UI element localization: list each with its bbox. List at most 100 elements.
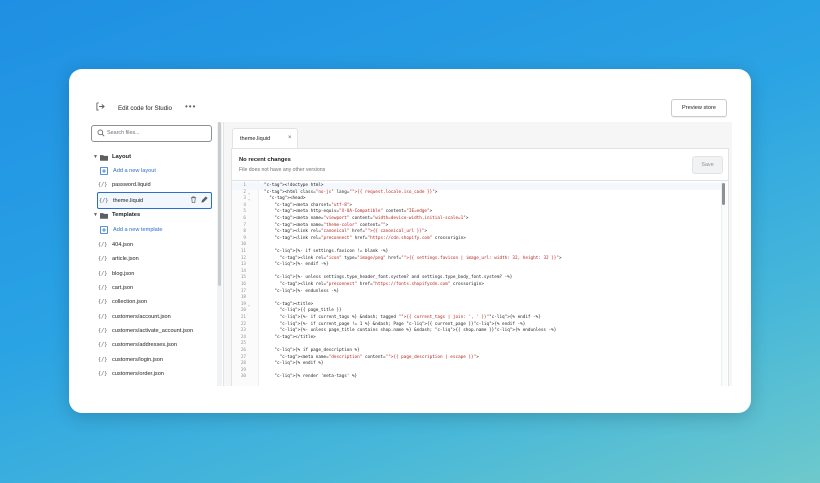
file-row[interactable]: {/} 404.json <box>98 238 212 251</box>
add-template-label: Add a new template <box>113 227 163 233</box>
liquid-file-icon: {/} <box>98 313 108 320</box>
code-line[interactable]: 13 "c-liq">{%- endif -%} <box>232 262 722 269</box>
line-number: 11 <box>240 249 246 254</box>
code-text: "c-liq">{% render 'meta-tags' %} <box>274 374 358 380</box>
code-line[interactable]: 25 <box>232 341 722 348</box>
row-actions <box>190 196 208 203</box>
file-name: 404.json <box>112 241 134 248</box>
search-input[interactable] <box>107 128 205 138</box>
trash-icon[interactable] <box>190 196 197 203</box>
file-name: collection.json <box>112 298 148 305</box>
code-line[interactable]: 11 "c-liq">{%- if settings.favicon != bl… <box>232 249 722 256</box>
code-line[interactable]: 8 "c-tag"><link rel="canonical" href="">… <box>232 229 722 236</box>
code-line[interactable]: 17 "c-liq">{%- endunless -%} <box>232 289 722 296</box>
line-number: 8 <box>243 229 246 235</box>
liquid-file-icon: {/} <box>98 356 108 363</box>
liquid-file-icon: {/} <box>99 197 109 204</box>
file-row[interactable]: {/} article.json <box>98 252 212 265</box>
code-line[interactable]: 1 "c-tag"><!doctype html> <box>232 183 722 190</box>
file-row[interactable]: {/} customers/account.json <box>98 310 212 323</box>
line-number: 28 <box>240 361 246 367</box>
version-banner: No recent changes File does not have any… <box>232 149 728 181</box>
folder-templates[interactable]: ▼ Templates <box>93 210 140 220</box>
file-name: cart.json <box>112 284 134 291</box>
file-row[interactable]: {/} customers/activate_account.json <box>98 324 212 337</box>
preview-store-button[interactable]: Preview store <box>671 99 727 117</box>
code-line[interactable]: 21 "c-liq">{%- if current_tags %} &ndash… <box>232 315 722 322</box>
file-row[interactable]: {/} password.liquid <box>98 178 212 191</box>
code-line[interactable]: 28 "c-liq">{% endif %} <box>232 361 722 368</box>
code-line[interactable]: 2 ⌄ "c-tag"><html class="no-js" lang="">{{… <box>232 190 722 197</box>
code-line[interactable]: 30 "c-liq">{% render 'meta-tags' %} <box>232 374 722 381</box>
file-row[interactable]: {/} cart.json <box>98 281 212 294</box>
file-row-active[interactable]: {/} theme.liquid <box>97 192 212 209</box>
line-number: 3 <box>243 196 246 202</box>
line-number: 21 <box>240 315 246 320</box>
code-text: "c-liq">{%- if current_tags %} &ndash; t… <box>279 315 541 320</box>
code-line[interactable]: 10 <box>232 242 722 249</box>
liquid-file-icon: {/} <box>98 241 108 248</box>
file-name: article.json <box>112 255 139 262</box>
code-line[interactable]: 20 "c-liq">{{ page_title }} <box>232 308 722 315</box>
more-actions-icon[interactable]: ••• <box>185 102 196 111</box>
line-number: 30 <box>240 374 246 380</box>
editor-scrollbar-track <box>721 181 727 386</box>
line-number: 6 <box>243 216 246 221</box>
code-text: "c-liq">{%- endif -%} <box>274 262 329 268</box>
line-number: 23 <box>240 328 246 334</box>
tab-theme-liquid[interactable]: theme.liquid × <box>232 128 298 149</box>
code-editor[interactable]: 1 "c-tag"><!doctype html> 2 ⌄ "c-tag"><html … <box>232 181 728 386</box>
line-number: 20 <box>240 308 246 314</box>
pencil-icon[interactable] <box>201 196 208 203</box>
add-layout-link[interactable]: Add a new layout <box>100 166 156 176</box>
fold-chevron-icon[interactable]: ⌄ <box>248 190 250 197</box>
file-name: theme.liquid <box>113 197 144 204</box>
file-name: blog.json <box>112 270 135 277</box>
file-name: customers/addresses.json <box>112 341 177 348</box>
folder-layout[interactable]: ▼ Layout <box>93 152 131 162</box>
search-icon <box>97 129 105 137</box>
file-row[interactable]: {/} customers/order.json <box>98 367 212 380</box>
exit-icon[interactable] <box>96 102 105 111</box>
code-line[interactable]: 6 "c-tag"><meta name="viewport" content=… <box>232 216 722 223</box>
file-row[interactable]: {/} customers/addresses.json <box>98 338 212 351</box>
fold-chevron-icon[interactable]: ⌄ <box>248 302 250 309</box>
file-row[interactable]: {/} blog.json <box>98 267 212 280</box>
code-text: "c-tag"><!doctype html> <box>264 183 324 188</box>
chevron-down-icon: ▼ <box>93 154 98 160</box>
file-name: customers/account.json <box>112 313 171 320</box>
code-line[interactable]: 24 "c-tag"></title> <box>232 335 722 342</box>
code-line[interactable]: 3 ⌄ "c-tag"><head> <box>232 196 722 203</box>
file-row[interactable]: {/} collection.json <box>98 295 212 308</box>
close-icon[interactable]: × <box>288 135 292 141</box>
code-line[interactable]: 23 "c-liq">{%- unless page_title contain… <box>232 328 722 335</box>
code-line[interactable]: 9 "c-tag"><link rel="preconnect" href="h… <box>232 236 722 243</box>
save-button[interactable]: Save <box>692 156 723 174</box>
folder-label: Templates <box>112 212 141 218</box>
add-file-icon <box>100 167 108 175</box>
search-box[interactable] <box>91 125 212 142</box>
banner-subtitle: File does not have any other versions <box>239 167 326 173</box>
code-line[interactable]: 15 "c-liq">{%- unless settings.type_head… <box>232 275 722 282</box>
add-template-link[interactable]: Add a new template <box>100 225 162 235</box>
page-title: Edit code for Studio <box>118 105 173 112</box>
editor-scrollbar[interactable] <box>722 183 725 205</box>
line-number: 10 <box>240 242 246 248</box>
code-text: "c-tag"><link rel="preconnect" href="htt… <box>274 235 466 241</box>
tab-label: theme.liquid <box>240 136 271 142</box>
code-text: "c-tag"><meta name="viewport" content="w… <box>274 216 469 221</box>
add-file-icon <box>100 226 108 234</box>
line-number: 16 <box>240 282 246 287</box>
liquid-file-icon: {/} <box>98 370 108 377</box>
sidebar-scrollbar[interactable] <box>218 122 221 286</box>
code-line[interactable]: 26 "c-liq">{% if page_description %} <box>232 348 722 355</box>
line-number: 5 <box>243 209 246 215</box>
code-line[interactable]: 5 "c-tag"><meta http-equiv="X-UA-Compati… <box>232 209 722 216</box>
file-row[interactable]: {/} customers/login.json <box>98 353 212 366</box>
code-line[interactable]: 16 "c-tag"><link rel="preconnect" href="… <box>232 282 722 289</box>
code-line[interactable]: 18 <box>232 295 722 302</box>
code-text: "c-liq">{%- unless page_title contains s… <box>279 328 557 334</box>
code-text: "c-liq">{% endif %} <box>274 361 324 367</box>
liquid-file-icon: {/} <box>98 284 108 291</box>
fold-chevron-icon[interactable]: ⌄ <box>248 196 250 203</box>
